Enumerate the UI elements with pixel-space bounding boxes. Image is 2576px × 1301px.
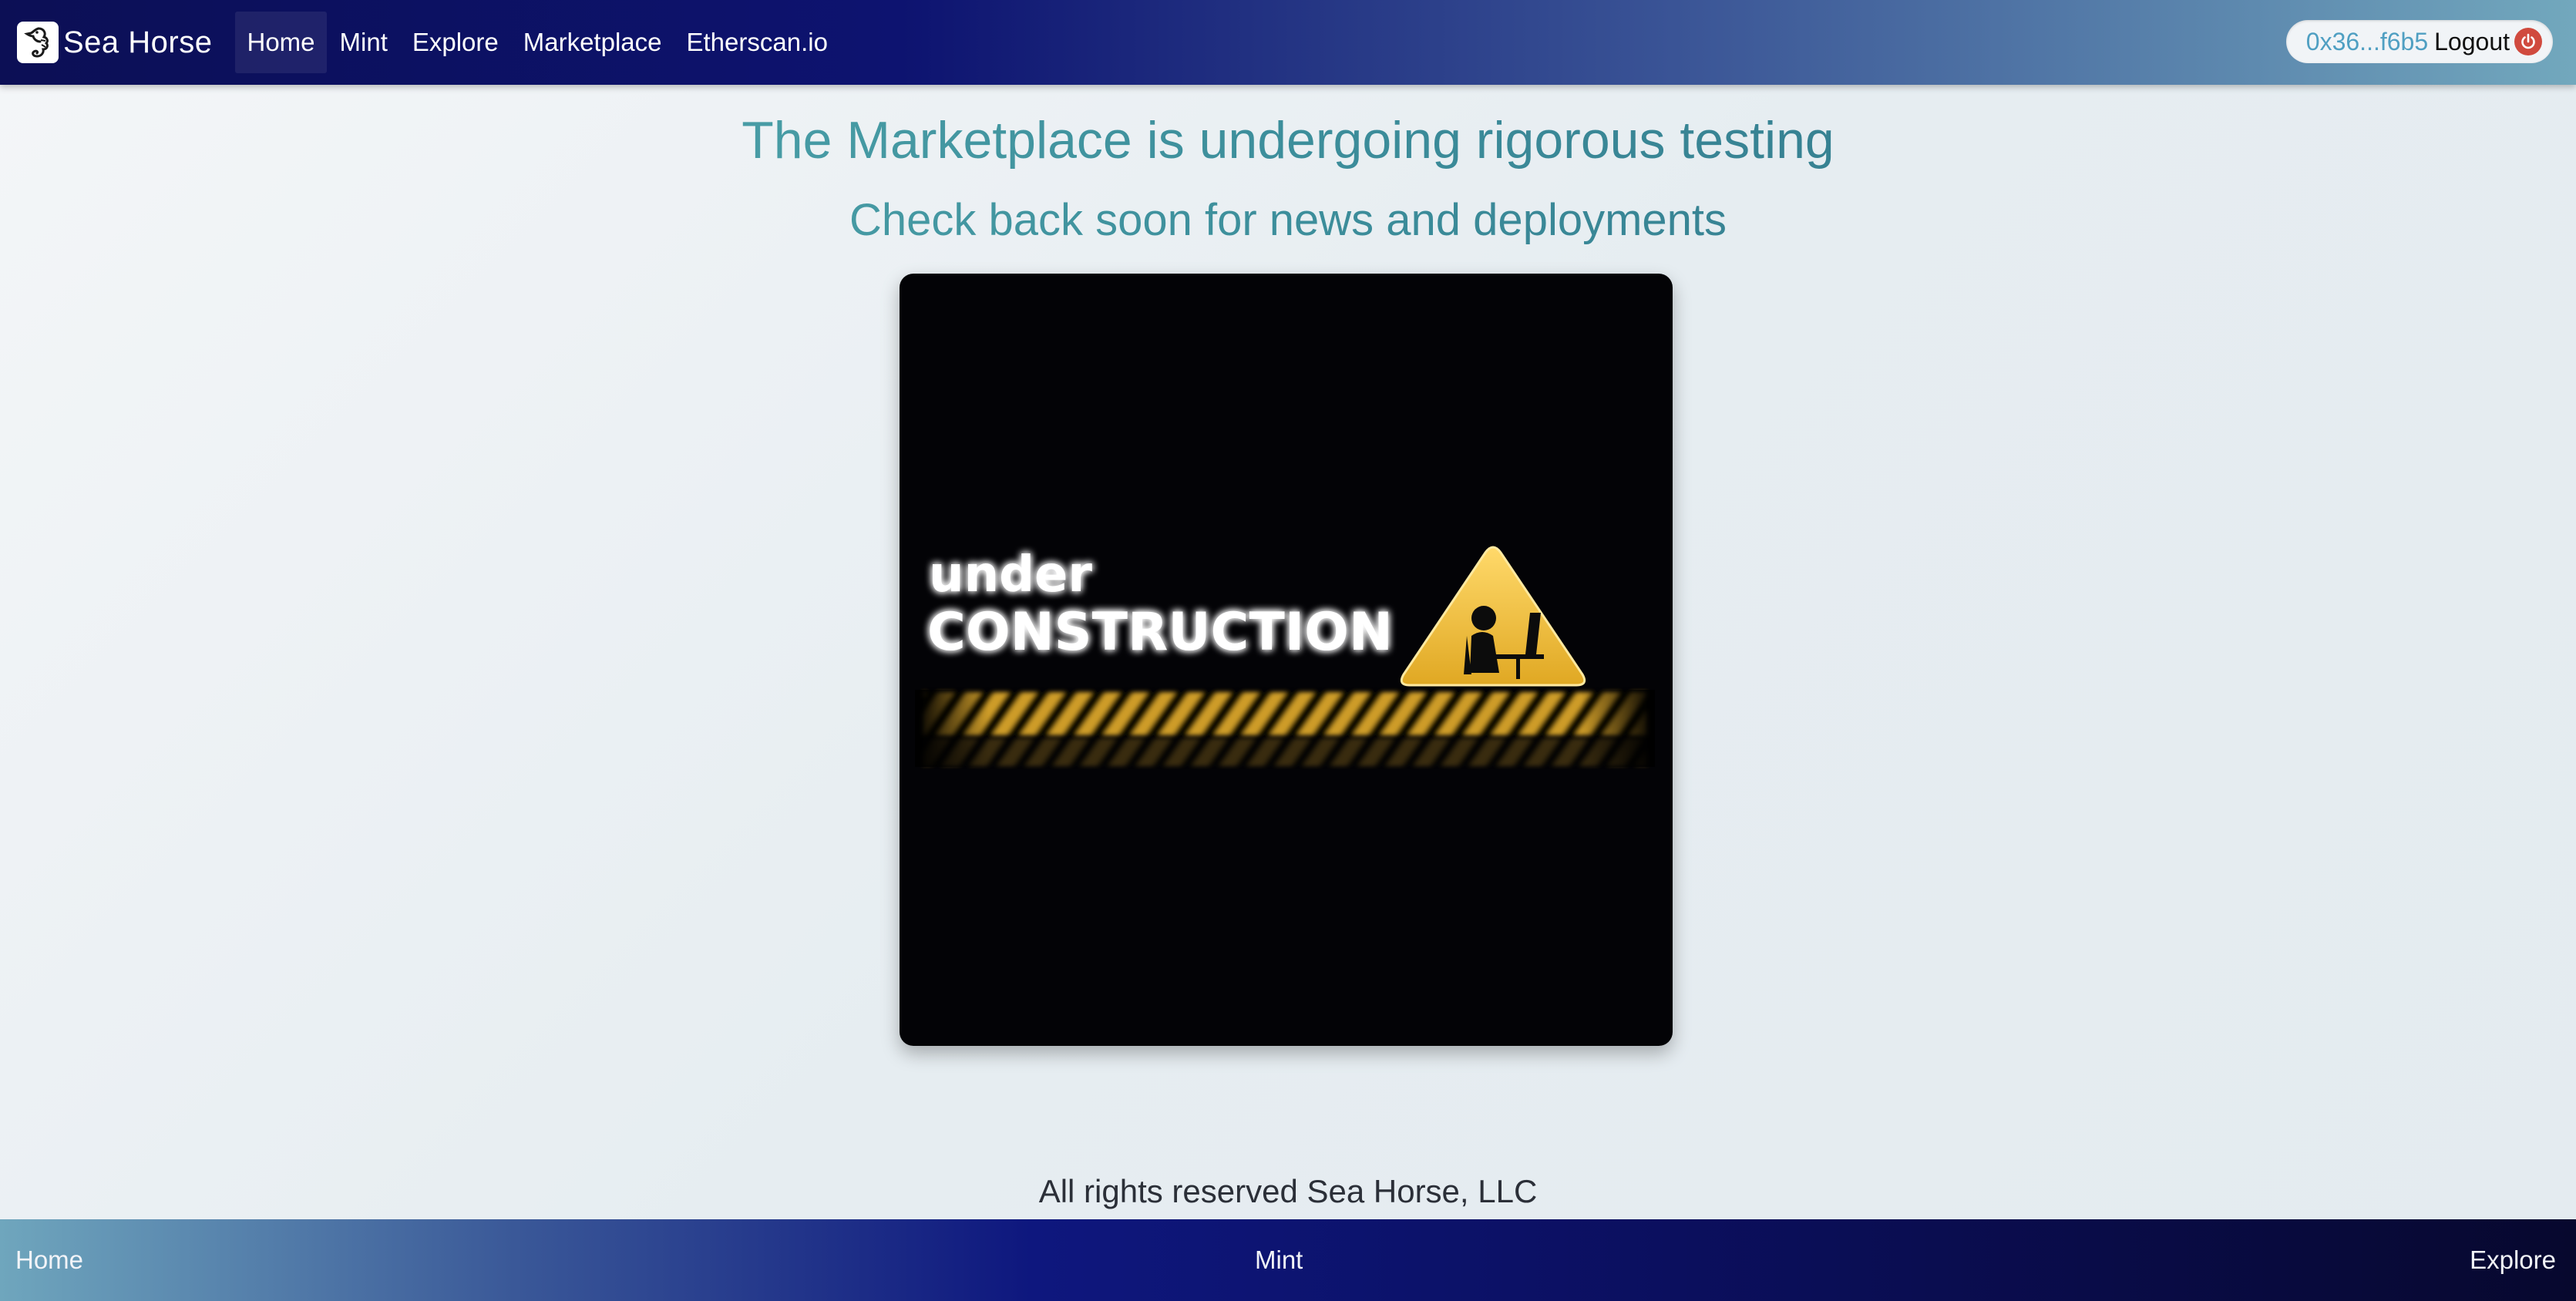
banner-line1: under (929, 546, 1092, 603)
page-title: The Marketplace is undergoing rigorous t… (0, 108, 2576, 173)
footer-link-explore[interactable]: Explore (2470, 1219, 2556, 1301)
top-navbar: Sea Horse Home Mint Explore Marketplace … (0, 0, 2576, 85)
warning-triangle-icon (1400, 546, 1586, 687)
nav-item-explore[interactable]: Explore (401, 12, 510, 73)
brand[interactable]: Sea Horse (17, 0, 212, 85)
logout-label: Logout (2434, 27, 2510, 55)
banner-line2: CONSTRUCTION (927, 602, 1393, 663)
nav-item-etherscan[interactable]: Etherscan.io (675, 12, 839, 73)
footer-link-mint[interactable]: Mint (1255, 1219, 1303, 1301)
nav-item-mint[interactable]: Mint (328, 12, 399, 73)
footer-link-home[interactable]: Home (15, 1219, 83, 1301)
wallet-address: 0x36...f6b5 (2305, 27, 2429, 55)
main-nav: Home Mint Explore Marketplace Etherscan.… (235, 0, 840, 85)
under-construction-image: under CONSTRUCTION (900, 274, 1673, 1046)
wallet-logout-button[interactable]: 0x36...f6b5 Logout (2285, 20, 2553, 63)
footer-nav: Home Mint Explore (0, 1219, 2576, 1301)
copyright-text: All rights reserved Sea Horse, LLC (1038, 1173, 1538, 1209)
nav-item-marketplace[interactable]: Marketplace (512, 12, 674, 73)
power-icon (2514, 28, 2542, 55)
seahorse-logo-icon (17, 22, 59, 63)
brand-name: Sea Horse (63, 25, 213, 59)
page-subtitle: Check back soon for news and deployments (0, 193, 2576, 248)
nav-item-home[interactable]: Home (235, 12, 327, 73)
